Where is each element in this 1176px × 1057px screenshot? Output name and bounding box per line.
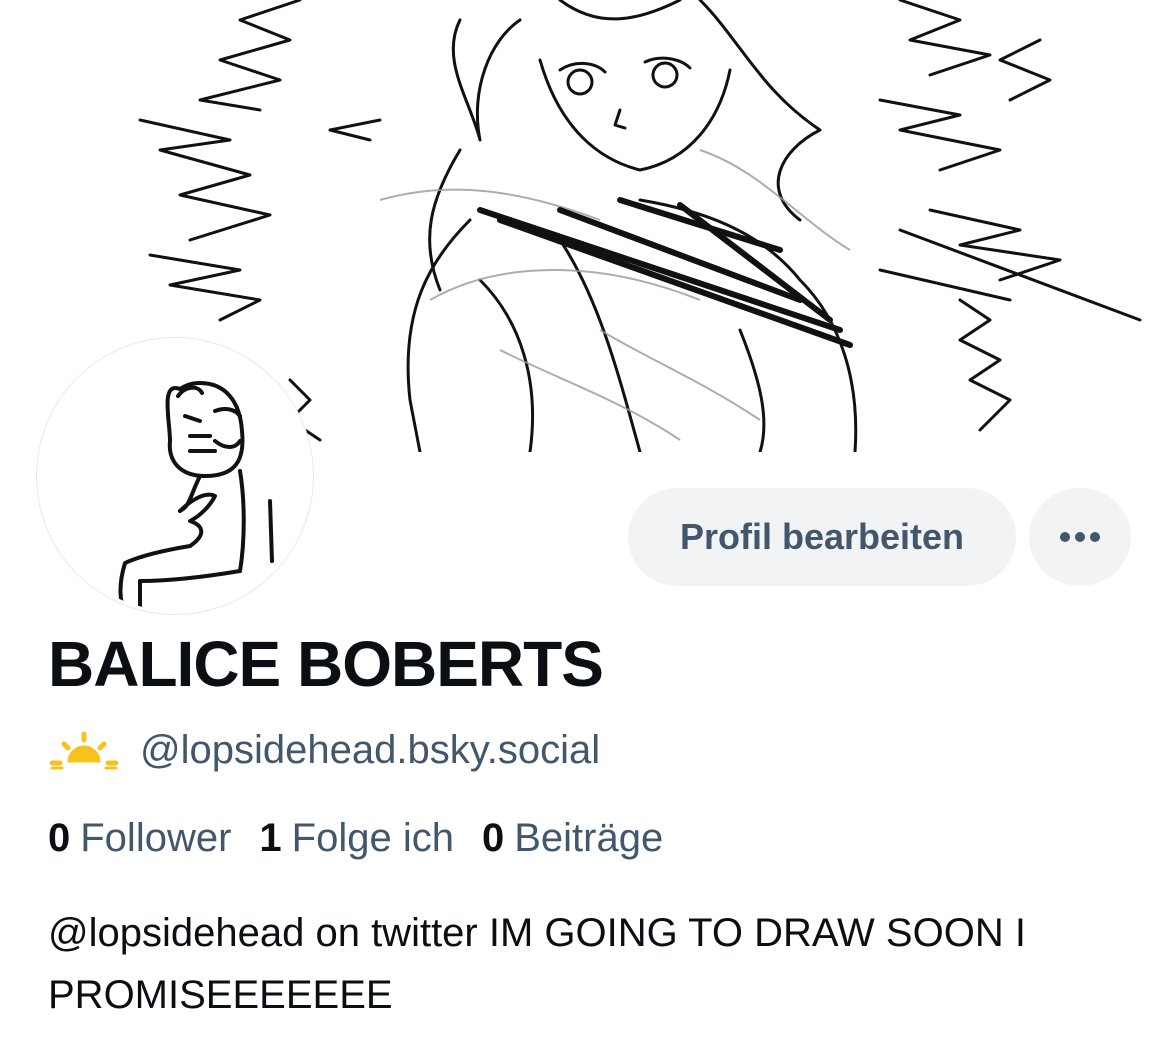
display-name: BALICE BOBERTS: [48, 628, 604, 700]
handle-text[interactable]: @lopsidehead.bsky.social: [140, 728, 600, 773]
more-options-button[interactable]: [1029, 488, 1131, 586]
profile-stats: 0 Follower 1 Folge ich 0 Beiträge: [48, 810, 691, 866]
followers-label: Follower: [80, 815, 232, 860]
following-stat[interactable]: 1 Folge ich: [259, 816, 454, 861]
followers-stat[interactable]: 0 Follower: [48, 816, 231, 861]
following-count: 1: [259, 815, 282, 860]
sunrise-icon: [50, 731, 118, 770]
following-label: Folge ich: [291, 815, 454, 860]
posts-count: 0: [481, 815, 505, 860]
profile-bio: @lopsidehead on twitter IM GOING TO DRAW…: [48, 911, 1026, 1017]
edit-profile-button[interactable]: Profil bearbeiten: [628, 488, 1016, 586]
followers-count: 0: [48, 815, 71, 860]
avatar[interactable]: [37, 338, 313, 614]
handle-row: @lopsidehead.bsky.social: [50, 722, 600, 778]
ellipsis-icon: [1060, 532, 1100, 542]
posts-label: Beiträge: [514, 815, 664, 860]
avatar-doodle-image: [118, 381, 274, 611]
posts-stat: 0 Beiträge: [482, 816, 663, 861]
